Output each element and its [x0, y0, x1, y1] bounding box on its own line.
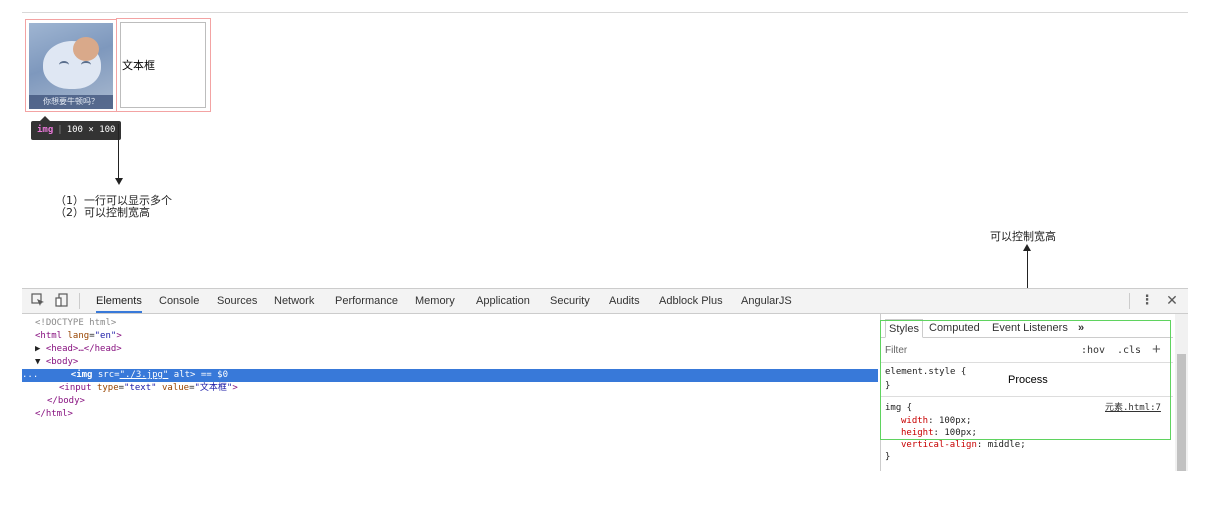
devtools-panel: Elements Console Sources Network Perform… [22, 288, 1189, 471]
inspect-tooltip: img | 100 × 100 [31, 116, 122, 140]
annotation-arrow-line [118, 124, 119, 179]
rule-divider [881, 396, 1173, 397]
styles-filter-input[interactable]: Filter [885, 345, 907, 356]
subtab-computed[interactable]: Computed [929, 319, 980, 337]
rendered-image[interactable]: 你想要牛顿吗？ [25, 19, 117, 112]
cat-patch-shape [73, 37, 99, 61]
styles-subtabs: Styles Computed Event Listeners » [881, 319, 1173, 338]
tab-network[interactable]: Network [274, 289, 314, 313]
image-caption: 你想要牛顿吗？ [29, 95, 113, 109]
inspect-icon[interactable] [30, 293, 46, 309]
dom-doctype[interactable]: <!DOCTYPE html> [35, 317, 116, 330]
elements-tree: <!DOCTYPE html> <html lang="en"> ▶ <head… [22, 317, 878, 471]
more-tabs-icon[interactable]: » [1078, 319, 1084, 337]
dom-html[interactable]: <html lang="en"> [35, 330, 122, 343]
element-style-selector[interactable]: element.style { [885, 367, 966, 378]
rendered-text-input[interactable]: 文本框 [120, 22, 206, 108]
cat-illustration: 你想要牛顿吗？ [29, 23, 113, 109]
tab-console[interactable]: Console [159, 289, 199, 313]
annotation-up-arrow-head [1023, 244, 1031, 251]
tab-performance[interactable]: Performance [335, 289, 398, 313]
process-label: Process [1008, 374, 1048, 386]
tab-elements[interactable]: Elements [96, 289, 142, 313]
img-rule-close: } [885, 452, 891, 462]
tooltip-size: 100 × 100 [66, 125, 116, 135]
cls-toggle[interactable]: .cls [1117, 345, 1141, 356]
dom-head[interactable]: ▶ <head>…</head> [35, 343, 122, 356]
kebab-menu-icon[interactable]: ⋮ [1139, 293, 1155, 309]
styles-filter-row: Filter :hov .cls + [881, 340, 1173, 363]
tab-security[interactable]: Security [550, 289, 590, 313]
annotation-note-2: （2）可以控制宽高 [55, 206, 150, 219]
annotation-arrow-head [115, 178, 123, 185]
tab-sources[interactable]: Sources [217, 289, 257, 313]
element-style-close: } [885, 381, 891, 391]
tab-memory[interactable]: Memory [415, 289, 455, 313]
rule-source-link[interactable]: 元素.html:7 [1105, 403, 1161, 414]
add-rule-icon[interactable]: + [1152, 341, 1161, 358]
styles-scrollbar-thumb[interactable] [1177, 354, 1186, 471]
styles-pane: Styles Computed Event Listeners » Filter… [880, 314, 1189, 471]
decl-width[interactable]: width: 100px; [901, 416, 971, 427]
tab-audits[interactable]: Audits [609, 289, 640, 313]
annotation-right-note: 可以控制宽高 [990, 230, 1056, 243]
tab-adblock-plus[interactable]: Adblock Plus [659, 289, 723, 313]
toolbar-divider-right [1129, 293, 1130, 309]
cat-eye-right [81, 61, 91, 69]
dom-img-selected[interactable]: ... <img src="./3.jpg" alt> == $0 [22, 369, 878, 382]
styles-scrollbar[interactable] [1175, 314, 1188, 471]
tooltip-separator: | [57, 125, 63, 135]
tab-application[interactable]: Application [476, 289, 530, 313]
subtab-styles[interactable]: Styles [885, 319, 923, 338]
toolbar-divider [79, 293, 80, 309]
dom-body-close[interactable]: </body> [47, 395, 85, 408]
page-top-divider [22, 12, 1188, 13]
dom-input[interactable]: <input type="text" value="文本框"> [59, 382, 238, 395]
rendered-text-input-highlight: 文本框 [116, 18, 211, 112]
decl-height[interactable]: height: 100px; [901, 428, 977, 439]
dom-html-close[interactable]: </html> [35, 408, 73, 421]
close-icon[interactable]: ✕ [1164, 293, 1180, 309]
tab-angularjs[interactable]: AngularJS [741, 289, 792, 313]
dom-body[interactable]: ▼ <body> [35, 356, 78, 369]
subtab-event-listeners[interactable]: Event Listeners [992, 319, 1068, 337]
device-toolbar-icon[interactable] [54, 293, 70, 309]
tooltip-tag: img [37, 125, 54, 135]
img-rule-selector[interactable]: img { [885, 403, 912, 414]
devtools-toolbar: Elements Console Sources Network Perform… [22, 289, 1188, 314]
hov-toggle[interactable]: :hov [1081, 345, 1105, 356]
cat-eye-left [59, 61, 69, 69]
decl-vertical-align[interactable]: vertical-align: middle; [901, 440, 1026, 451]
